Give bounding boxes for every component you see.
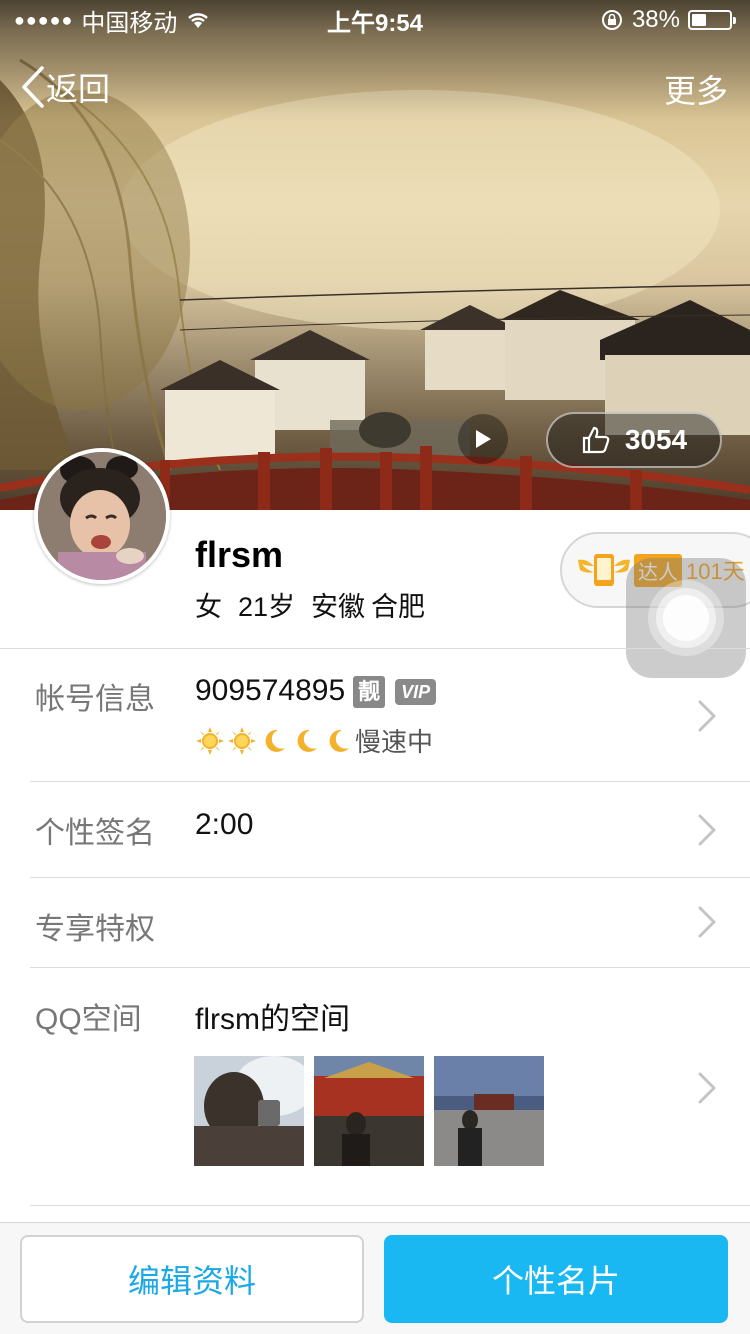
- edit-profile-button[interactable]: 编辑资料: [20, 1235, 364, 1323]
- play-button[interactable]: [458, 414, 508, 464]
- rotation-lock-icon: [601, 10, 622, 30]
- signature-label: 个性签名: [35, 817, 155, 850]
- more-button[interactable]: 更多: [664, 66, 728, 112]
- city: 合肥: [371, 592, 426, 622]
- signature-value: 2:00: [195, 808, 254, 841]
- like-count: 3054: [624, 424, 688, 455]
- qzone-name: flrsm的空间: [195, 1003, 350, 1036]
- sun-icon: [228, 726, 256, 755]
- status-bar: ●●●●● 中国移动 上午9:54 38%: [0, 0, 750, 40]
- qq-number: 909574895: [195, 674, 346, 707]
- vip-badge: VIP: [395, 679, 437, 706]
- assistive-touch-button[interactable]: [626, 558, 746, 678]
- speed-text: 慢速中: [355, 727, 434, 757]
- back-label: 返回: [46, 71, 111, 107]
- chevron-right-icon: [698, 700, 716, 732]
- divider: [30, 967, 750, 968]
- qzone-label: QQ空间: [35, 1003, 142, 1036]
- qzone-photos: [194, 1056, 544, 1166]
- play-icon: [476, 430, 491, 448]
- chevron-right-icon: [698, 906, 716, 938]
- divider: [0, 648, 750, 649]
- avatar-image: [38, 452, 166, 580]
- account-info-label: 帐号信息: [35, 683, 155, 716]
- liang-badge: 靓: [353, 676, 386, 709]
- qzone-photo[interactable]: [434, 1056, 544, 1166]
- divider: [30, 1205, 750, 1206]
- account-number-line: 909574895 靓 VIP: [195, 674, 437, 709]
- signal-icon: ●●●●●: [14, 9, 74, 30]
- gender: 女: [195, 592, 222, 622]
- cover-photo[interactable]: ●●●●● 中国移动 上午9:54 38% 返回 更多 3054: [0, 0, 750, 510]
- bottom-bar: 编辑资料 个性名片: [0, 1222, 750, 1334]
- thumbs-up-icon: [582, 426, 610, 454]
- battery-fill: [692, 14, 706, 26]
- age: 21岁: [238, 592, 296, 622]
- avatar[interactable]: [34, 448, 170, 584]
- moon-icon: [265, 729, 285, 752]
- level-indicator: 慢速中: [195, 722, 433, 759]
- profile-meta: 女 21岁 安徽 合肥: [195, 585, 441, 624]
- qzone-photo[interactable]: [194, 1056, 304, 1166]
- nav-bar: 返回 更多: [0, 58, 750, 110]
- carrier-label: 中国移动: [81, 9, 178, 37]
- wifi-icon: [188, 13, 209, 28]
- privilege-label: 专享特权: [35, 913, 155, 946]
- personal-card-button[interactable]: 个性名片: [384, 1235, 728, 1323]
- qzone-photo[interactable]: [314, 1056, 424, 1166]
- divider: [30, 877, 750, 878]
- sun-icon: [196, 726, 224, 755]
- divider: [30, 781, 750, 782]
- moon-icon: [329, 729, 349, 752]
- battery-icon: [688, 10, 736, 30]
- winged-phone-icon: [578, 554, 630, 586]
- back-button[interactable]: 返回: [20, 64, 110, 110]
- like-button[interactable]: 3054: [546, 412, 722, 468]
- nickname: flrsm: [195, 534, 284, 575]
- chevron-right-icon: [698, 1072, 716, 1104]
- chevron-right-icon: [698, 814, 716, 846]
- battery-percent: 38%: [631, 6, 680, 33]
- province: 安徽: [311, 592, 366, 622]
- moon-icon: [297, 729, 317, 752]
- chevron-left-icon: [22, 66, 44, 108]
